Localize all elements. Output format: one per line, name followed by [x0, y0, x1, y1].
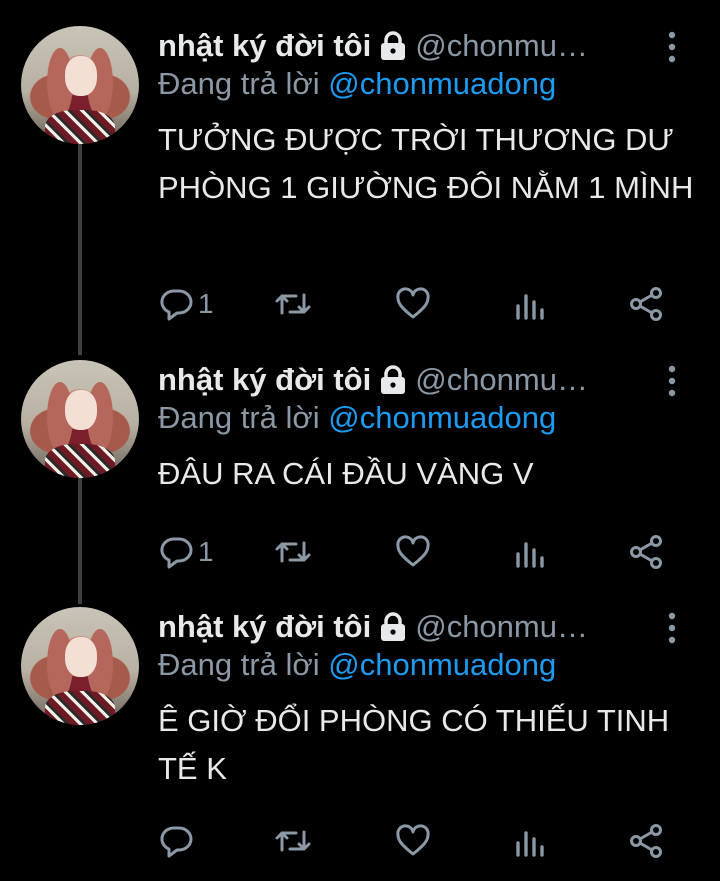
- display-name[interactable]: nhật ký đời tôi: [158, 362, 371, 398]
- share-icon: [630, 287, 662, 321]
- tweet[interactable]: nhật ký đời tôi @chonmu… Đang trả lời @c…: [0, 607, 720, 877]
- analytics-button[interactable]: [514, 284, 546, 324]
- analytics-icon: [516, 294, 544, 320]
- reply-icon: [160, 289, 193, 321]
- reply-button[interactable]: [158, 821, 198, 861]
- handle[interactable]: @chonmu…: [415, 28, 588, 64]
- tweet-header: nhật ký đời tôi @chonmu…: [158, 607, 588, 647]
- tweet[interactable]: nhật ký đời tôi @chonmu… Đang trả lời @c…: [0, 26, 720, 326]
- share-button[interactable]: [628, 284, 664, 324]
- reply-mention-link[interactable]: @chonmuadong: [328, 66, 556, 101]
- reply-count: 1: [198, 536, 214, 567]
- avatar[interactable]: [21, 607, 139, 725]
- analytics-button[interactable]: [514, 532, 546, 572]
- retweet-icon: [275, 830, 311, 852]
- like-button[interactable]: [395, 532, 431, 572]
- tweet[interactable]: nhật ký đời tôi @chonmu… Đang trả lời @c…: [0, 360, 720, 590]
- replying-to: Đang trả lời @chonmuadong: [158, 400, 556, 436]
- replying-to-label: Đang trả lời: [158, 400, 320, 435]
- replying-to: Đang trả lời @chonmuadong: [158, 647, 556, 683]
- action-bar: 1: [158, 532, 678, 572]
- more-icon[interactable]: [662, 30, 682, 64]
- share-button[interactable]: [628, 821, 664, 861]
- retweet-icon: [275, 293, 311, 315]
- lock-icon: [379, 612, 407, 642]
- reply-icon: [160, 537, 193, 569]
- reply-button[interactable]: 1: [158, 284, 214, 324]
- share-icon: [630, 824, 662, 858]
- tweet-header: nhật ký đời tôi @chonmu…: [158, 360, 588, 400]
- retweet-button[interactable]: [273, 821, 313, 861]
- replying-to-label: Đang trả lời: [158, 647, 320, 682]
- like-button[interactable]: [395, 821, 431, 861]
- retweet-button[interactable]: [273, 284, 313, 324]
- more-icon[interactable]: [662, 364, 682, 398]
- tweet-text: TƯỞNG ĐƯỢC TRỜI THƯƠNG DƯ PHÒNG 1 GIƯỜNG…: [158, 122, 694, 205]
- replying-to: Đang trả lời @chonmuadong: [158, 66, 556, 102]
- reply-mention-link[interactable]: @chonmuadong: [328, 400, 556, 435]
- analytics-button[interactable]: [514, 821, 546, 861]
- analytics-icon: [516, 831, 544, 857]
- reply-button[interactable]: 1: [158, 532, 214, 572]
- share-button[interactable]: [628, 532, 664, 572]
- reply-mention-link[interactable]: @chonmuadong: [328, 647, 556, 682]
- tweet-text: Ê GIỜ ĐỔI PHÒNG CÓ THIẾU TINH TẾ K: [158, 703, 670, 786]
- display-name[interactable]: nhật ký đời tôi: [158, 28, 371, 64]
- replying-to-label: Đang trả lời: [158, 66, 320, 101]
- action-bar: [158, 821, 678, 861]
- tweet-header: nhật ký đời tôi @chonmu…: [158, 26, 588, 66]
- avatar[interactable]: [21, 360, 139, 478]
- share-icon: [630, 535, 662, 569]
- like-icon: [396, 535, 430, 567]
- tweet-text: ĐÂU RA CÁI ĐẦU VÀNG V: [158, 456, 534, 491]
- handle[interactable]: @chonmu…: [415, 362, 588, 398]
- lock-icon: [379, 365, 407, 395]
- like-button[interactable]: [395, 284, 431, 324]
- handle[interactable]: @chonmu…: [415, 609, 588, 645]
- reply-icon: [160, 826, 193, 858]
- lock-icon: [379, 31, 407, 61]
- like-icon: [396, 287, 430, 319]
- reply-count: 1: [198, 288, 214, 319]
- like-icon: [396, 824, 430, 856]
- analytics-icon: [516, 542, 544, 568]
- display-name[interactable]: nhật ký đời tôi: [158, 609, 371, 645]
- more-icon[interactable]: [662, 611, 682, 645]
- action-bar: 1: [158, 284, 678, 324]
- retweet-icon: [275, 541, 311, 563]
- avatar[interactable]: [21, 26, 139, 144]
- retweet-button[interactable]: [273, 532, 313, 572]
